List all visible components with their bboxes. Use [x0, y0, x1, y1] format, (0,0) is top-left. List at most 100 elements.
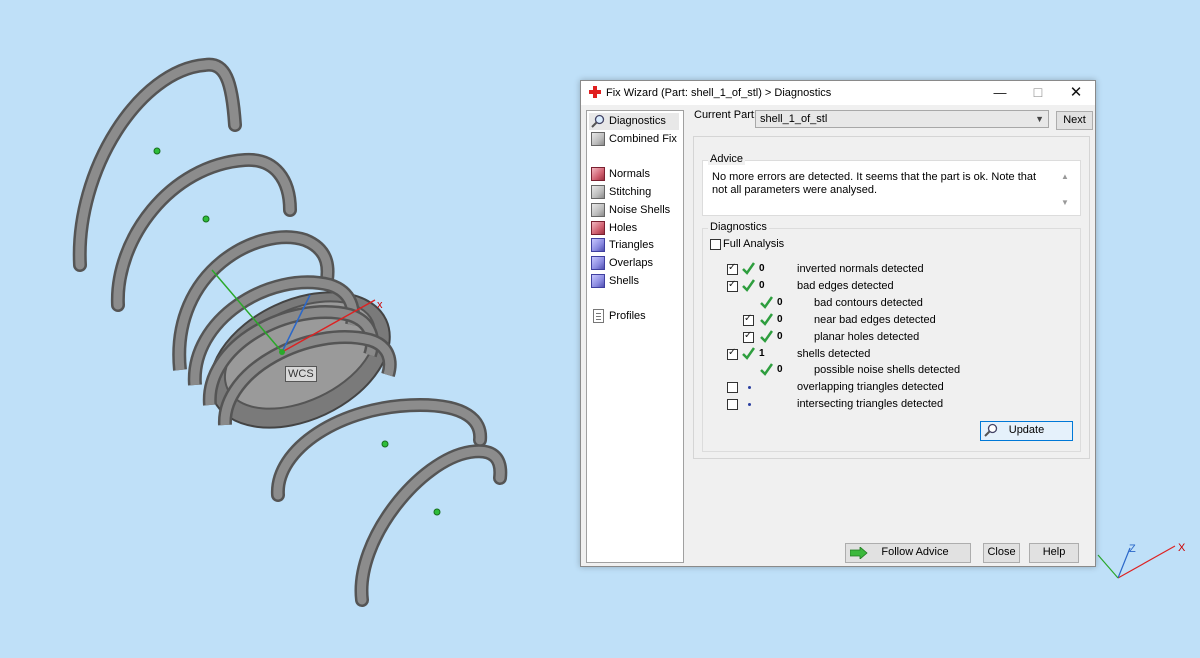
scroll-down-icon[interactable]: ▼ — [1061, 198, 1069, 207]
nav-item-label: Stitching — [609, 186, 652, 198]
nav-item-stitching[interactable]: Stitching — [589, 184, 679, 201]
checkmark-icon — [760, 363, 773, 376]
bad-edges-checkbox[interactable] — [727, 279, 738, 292]
scroll-up-icon[interactable]: ▲ — [1061, 172, 1069, 181]
help-button[interactable]: Help — [1029, 543, 1079, 563]
nav-item-overlaps[interactable]: Overlaps — [589, 255, 679, 272]
bad-contours-label: bad contours detected — [814, 297, 923, 309]
cube-icon — [591, 167, 605, 181]
checkmark-icon — [760, 296, 773, 309]
intersecting-triangles-label: intersecting triangles detected — [797, 398, 944, 410]
nav-item-diagnostics[interactable]: Diagnostics — [589, 113, 679, 130]
pending-dot-icon — [748, 386, 751, 389]
nav-item-label: Combined Fix — [609, 133, 677, 145]
triad-x-axis — [1117, 545, 1176, 579]
follow-advice-label: Follow Advice — [881, 546, 949, 558]
current-part-label: Current Part: — [694, 109, 757, 121]
nav-item-holes[interactable]: Holes — [589, 220, 679, 237]
intersecting-triangles-checkbox[interactable] — [727, 399, 738, 410]
window-title: Fix Wizard (Part: shell_1_of_stl) > Diag… — [606, 87, 832, 99]
nav-item-normals[interactable]: Normals — [589, 166, 679, 183]
follow-advice-button[interactable]: Follow Advice — [845, 543, 971, 563]
full-analysis-checkbox[interactable] — [710, 239, 721, 250]
center-marker — [433, 508, 441, 516]
maximize-button[interactable]: ☐ — [1019, 81, 1057, 105]
near-bad-edges-label: near bad edges detected — [814, 314, 936, 326]
minimize-button[interactable]: — — [981, 81, 1019, 105]
nav-item-label: Profiles — [609, 310, 646, 322]
near-bad-edges-checkbox[interactable] — [743, 313, 754, 326]
planar-holes-checkbox[interactable] — [743, 330, 754, 343]
noise-shells-label: possible noise shells detected — [814, 364, 961, 376]
nav-item-label: Noise Shells — [609, 204, 671, 216]
center-marker — [202, 215, 210, 223]
inverted-normals-label: inverted normals detected — [797, 263, 924, 275]
next-button[interactable]: Next — [1056, 111, 1093, 130]
close-button[interactable]: Close — [983, 543, 1020, 563]
nav-item-label: Triangles — [609, 239, 654, 251]
nav-item-combined-fix[interactable]: Combined Fix — [589, 131, 679, 148]
wcs-label: WCS — [285, 366, 317, 382]
profile-icon — [593, 309, 604, 323]
cube-icon — [591, 274, 605, 288]
magnifier-icon — [984, 423, 998, 437]
bad-edges-count: 0 — [759, 280, 765, 291]
nav-item-triangles[interactable]: Triangles — [589, 237, 679, 254]
cube-icon — [591, 256, 605, 270]
checkmark-icon — [742, 262, 755, 275]
checkmark-icon — [760, 330, 773, 343]
current-part-value: shell_1_of_stl — [760, 113, 828, 125]
advice-text: No more errors are detected. It seems th… — [712, 171, 1037, 196]
triad-y-axis — [1097, 554, 1119, 579]
nav-item-label: Overlaps — [609, 257, 654, 269]
update-button[interactable]: Update — [980, 421, 1073, 441]
overlapping-triangles-label: overlapping triangles detected — [797, 381, 944, 393]
inverted-normals-count: 0 — [759, 263, 765, 274]
full-analysis-label: Full Analysis — [723, 238, 785, 250]
nav-item-label: Shells — [609, 275, 639, 287]
nav-item-shells[interactable]: Shells — [589, 273, 679, 290]
center-marker — [153, 147, 161, 155]
noise-shells-count: 0 — [777, 364, 783, 375]
green-arrow-icon — [850, 547, 868, 559]
planar-holes-count: 0 — [777, 331, 783, 342]
checkmark-icon — [760, 313, 773, 326]
nav-item-label: Holes — [609, 222, 638, 234]
nav-item-label: Diagnostics — [609, 115, 666, 127]
inverted-normals-checkbox[interactable] — [727, 262, 738, 275]
fix-wizard-icon — [589, 86, 601, 98]
cube-icon — [591, 203, 605, 217]
cube-icon — [591, 132, 605, 146]
cube-icon — [591, 238, 605, 252]
update-label: Update — [1008, 424, 1045, 436]
nav-item-profiles[interactable]: Profiles — [589, 308, 679, 325]
title-bar[interactable]: Fix Wizard (Part: shell_1_of_stl) > Diag… — [581, 81, 1095, 105]
overlapping-triangles-checkbox[interactable] — [727, 382, 738, 393]
cube-icon — [591, 185, 605, 199]
triad-z-label: Z — [1129, 543, 1136, 555]
nav-item-label: Normals — [609, 168, 650, 180]
magnifier-icon — [591, 114, 605, 128]
wizard-nav-panel: Diagnostics Combined Fix Normals Stitchi… — [586, 110, 684, 563]
shells-label: shells detected — [797, 348, 871, 360]
chevron-down-icon: ▼ — [1035, 114, 1044, 124]
planar-holes-label: planar holes detected — [814, 331, 920, 343]
pending-dot-icon — [748, 403, 751, 406]
shells-checkbox[interactable] — [727, 347, 738, 360]
fix-wizard-window: Fix Wizard (Part: shell_1_of_stl) > Diag… — [580, 80, 1096, 567]
nav-item-noise-shells[interactable]: Noise Shells — [589, 202, 679, 219]
center-marker — [381, 440, 389, 448]
near-bad-edges-count: 0 — [777, 314, 783, 325]
cube-icon — [591, 221, 605, 235]
triad-x-label: X — [1178, 542, 1186, 554]
bad-contours-count: 0 — [777, 297, 783, 308]
bad-edges-label: bad edges detected — [797, 280, 894, 292]
checkmark-icon — [742, 347, 755, 360]
close-window-button[interactable]: ✕ — [1057, 81, 1095, 105]
x-axis-label: x — [377, 299, 383, 311]
advice-title: Advice — [708, 153, 746, 165]
current-part-select[interactable]: shell_1_of_stl ▼ — [755, 110, 1049, 128]
checkmark-icon — [742, 279, 755, 292]
diagnostics-title: Diagnostics — [708, 221, 769, 233]
shells-count: 1 — [759, 348, 765, 359]
